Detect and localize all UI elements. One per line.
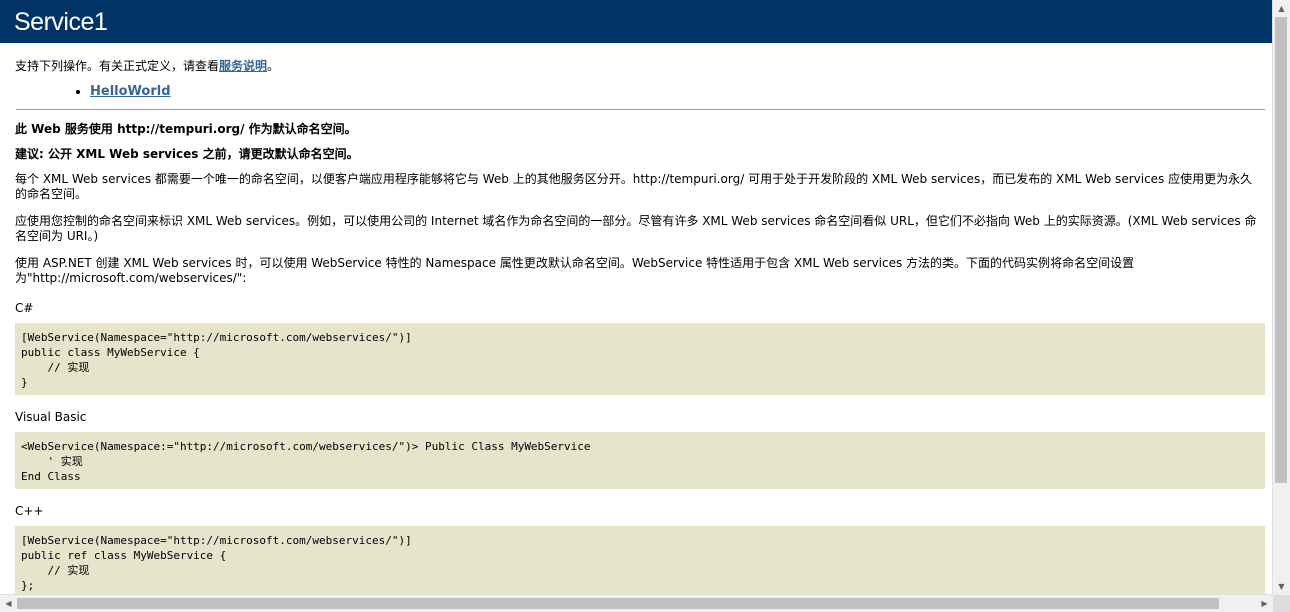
code-block-vb: <WebService(Namespace:="http://microsoft… [15, 432, 1265, 489]
example-language-cpp: C++ [15, 504, 44, 518]
example-language-csharp: C# [15, 301, 34, 315]
scroll-down-icon[interactable]: ▼ [1273, 578, 1290, 595]
operation-link-helloworld[interactable]: HelloWorld [90, 84, 171, 99]
divider [16, 109, 1265, 110]
page-viewport: Service1 支持下列操作。有关正式定义，请查看服务说明。 HelloWor… [0, 0, 1273, 595]
horizontal-scroll-thumb[interactable] [17, 598, 1219, 609]
scrollbar-corner [1273, 595, 1290, 612]
list-item: HelloWorld [90, 84, 1263, 99]
recommendation: 建议: 公开 XML Web services 之前，请更改默认命名空间。 [15, 147, 359, 161]
code-block-csharp: [WebService(Namespace="http://microsoft.… [15, 323, 1265, 395]
scroll-up-icon[interactable]: ▲ [1273, 0, 1290, 17]
scroll-left-icon[interactable]: ◀ [0, 595, 17, 612]
vertical-scrollbar[interactable]: ▲ ▼ [1272, 0, 1290, 595]
intro-text: 支持下列操作。有关正式定义，请查看 [15, 59, 220, 73]
operations-list: HelloWorld [15, 84, 1263, 99]
vb-label-wrap: Visual Basic [0, 410, 1273, 425]
horizontal-scrollbar[interactable]: ◀ ▶ [0, 594, 1273, 612]
content-area: 支持下列操作。有关正式定义，请查看服务说明。 HelloWorld [0, 59, 1273, 99]
scroll-right-icon[interactable]: ▶ [1256, 595, 1273, 612]
namespace-notice: 此 Web 服务使用 http://tempuri.org/ 作为默认命名空间。 [15, 122, 357, 136]
para-namespace-required: 每个 XML Web services 都需要一个唯一的命名空间，以便客户端应用… [15, 172, 1253, 201]
namespace-section: 此 Web 服务使用 http://tempuri.org/ 作为默认命名空间。… [0, 122, 1273, 316]
service-description-link[interactable]: 服务说明 [219, 59, 267, 73]
example-language-vb: Visual Basic [15, 410, 87, 424]
intro-suffix: 。 [267, 59, 280, 73]
intro-paragraph: 支持下列操作。有关正式定义，请查看服务说明。 [15, 59, 1263, 74]
code-block-cpp: [WebService(Namespace="http://microsoft.… [15, 526, 1265, 595]
page-title: Service1 [0, 0, 1273, 43]
vertical-scroll-thumb[interactable] [1275, 17, 1287, 483]
para-namespace-control: 应使用您控制的命名空间来标识 XML Web services。例如，可以使用公… [15, 214, 1257, 243]
cpp-label-wrap: C++ [0, 504, 1273, 519]
para-aspnet: 使用 ASP.NET 创建 XML Web services 时，可以使用 We… [15, 256, 1135, 285]
